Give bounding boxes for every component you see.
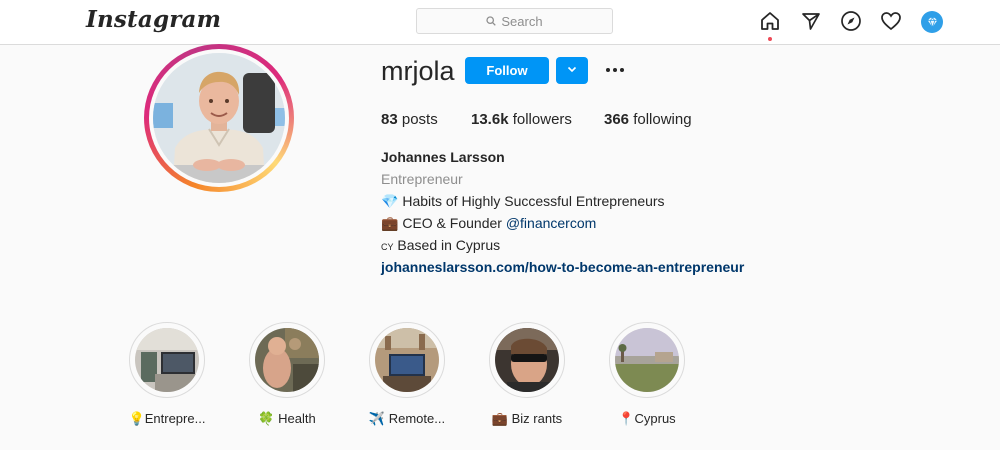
direct-icon[interactable] bbox=[800, 10, 822, 32]
search-input[interactable]: Search bbox=[416, 8, 613, 34]
top-navigation-bar: Instagram Search bbox=[0, 0, 1000, 45]
highlight-label: 📍Cyprus bbox=[618, 411, 676, 426]
briefcase-icon: 💼 bbox=[491, 411, 508, 426]
bio-line-location: CY Based in Cyprus bbox=[381, 237, 501, 253]
pin-icon: 📍 bbox=[618, 411, 635, 426]
highlight-label: ✈️ Remote... bbox=[368, 411, 446, 426]
search-icon bbox=[486, 14, 497, 29]
more-options-icon[interactable] bbox=[604, 59, 626, 81]
category-label: Entrepreneur bbox=[381, 171, 463, 187]
chevron-down-icon bbox=[566, 62, 578, 80]
mention-link[interactable]: @financercom bbox=[506, 215, 596, 231]
explore-icon[interactable] bbox=[840, 10, 862, 32]
cyprus-flag-icon: CY bbox=[381, 242, 394, 252]
website-link[interactable]: johanneslarsson.com/how-to-become-an-ent… bbox=[381, 259, 744, 275]
following-count[interactable]: 366 following bbox=[604, 111, 692, 128]
full-name: Johannes Larsson bbox=[381, 149, 505, 165]
lightbulb-icon: 💡 bbox=[128, 411, 145, 426]
highlight-cover bbox=[255, 328, 319, 392]
posts-count: 83 posts bbox=[381, 111, 438, 128]
search-placeholder: Search bbox=[501, 13, 543, 29]
airplane-icon: ✈️ bbox=[368, 411, 386, 426]
profile-username: mrjola bbox=[381, 56, 455, 86]
bio-line-ceo: 💼 CEO & Founder @financercom bbox=[381, 215, 597, 231]
bio-line-habits: 💎 Habits of Highly Successful Entreprene… bbox=[381, 193, 665, 209]
instagram-logo[interactable]: Instagram bbox=[86, 6, 221, 33]
follow-button[interactable]: Follow bbox=[465, 57, 549, 84]
profile-picture[interactable] bbox=[153, 53, 285, 183]
highlight-cover bbox=[495, 328, 559, 392]
briefcase-icon: 💼 bbox=[381, 215, 399, 231]
clover-icon: 🍀 bbox=[258, 411, 275, 426]
notification-dot bbox=[768, 37, 772, 41]
highlight-cover bbox=[135, 328, 199, 392]
home-icon[interactable] bbox=[759, 10, 781, 32]
highlight-cover bbox=[615, 328, 679, 392]
highlight-label: 💡Entrepre... bbox=[128, 411, 206, 426]
highlight-label: 🍀 Health bbox=[258, 411, 316, 426]
highlight-cover bbox=[375, 328, 439, 392]
gem-icon: 💎 bbox=[381, 193, 399, 209]
activity-heart-icon[interactable] bbox=[880, 10, 902, 32]
profile-avatar[interactable] bbox=[921, 11, 943, 33]
suggested-accounts-button[interactable] bbox=[556, 57, 588, 84]
followers-count[interactable]: 13.6k followers bbox=[471, 111, 572, 128]
highlight-label: 💼 Biz rants bbox=[491, 411, 563, 426]
